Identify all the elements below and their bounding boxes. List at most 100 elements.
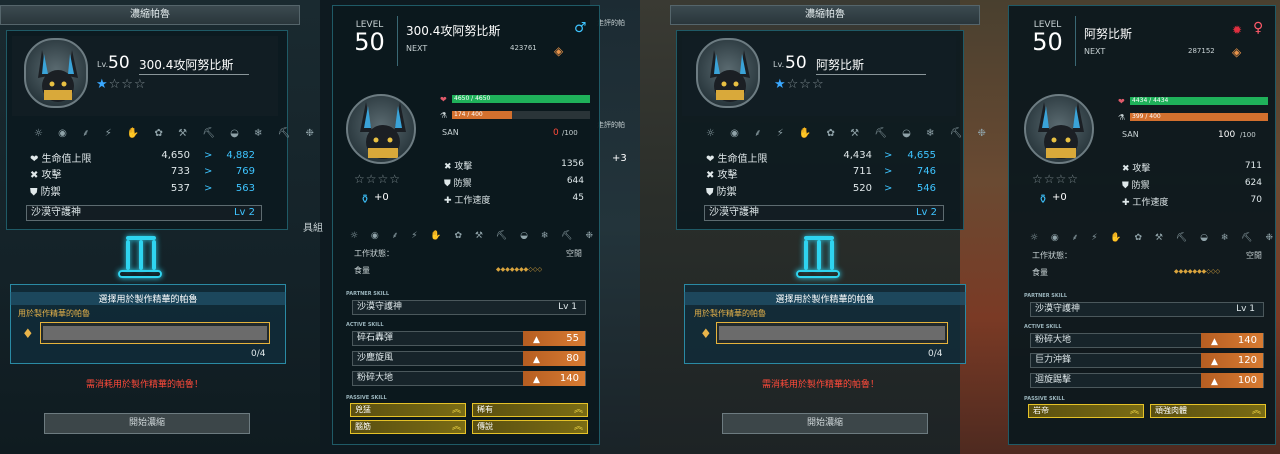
stat-defense: ⛊ 防禦 520 >546 [706,183,936,198]
active-skill-2[interactable]: 巨力沖鋒 ▲ 120 [1030,353,1264,368]
pal-drop-icon: ♦ [22,327,34,342]
passive-skill-1[interactable]: 兇猛 ︽ [350,403,466,417]
work-suitability-icons: ☼ ◉ ⸙ ⚡ ✋ ✿ ⚒ ⛏ ◒ ❄ ⛏ ❉ [34,128,320,139]
work-suitability-icons: ☼ ◉ ⸙ ⚡ ✋ ✿ ⚒ ⛏ ◒ ❄ ⛏ ❉ [1030,233,1279,243]
tier-icon: ✹ [1232,23,1243,37]
food-label: 食量 [354,266,370,275]
active-skill-2[interactable]: 沙塵旋風 ▲ 80 [352,351,586,366]
stat-hp: ❤ 生命值上限 4,650 >4,882 [30,150,255,165]
partner-skill-box: 沙漠守護神 Lv 2 [26,205,262,221]
active-skill-3[interactable]: 粉碎大地 ▲ 140 [352,371,586,386]
condense-rank-icon: ⚱ [360,192,371,206]
level-value: 50 [785,53,807,73]
material-label: 用於製作精華的帕魯 [18,309,90,318]
partner-skill-box: 沙漠守護神 Lv 1 [1030,302,1264,317]
passive-skill-section: PASSIVE SKILL [1024,396,1065,402]
heart-icon: ❤ [440,95,447,104]
rank-stars: ☆☆☆☆ [1032,172,1080,186]
active-skill-1[interactable]: 粉碎大地 ▲ 140 [1030,333,1264,348]
stat-hp: ❤ 生命值上限 4,434 >4,655 [706,150,936,165]
edge-text: 具組 [303,223,323,234]
level-box: LEVEL 50 [342,16,398,66]
passive-skill-3[interactable]: 腦筋 ︽ [350,420,466,434]
partner-skill-box: 沙漠守護神 Lv 2 [704,205,944,221]
element-icon: ◈ [1232,45,1242,59]
rank-stars: ★☆☆☆ [774,77,825,92]
stamina-bar-empty [512,111,590,119]
passive-skill-section: PASSIVE SKILL [346,395,387,401]
edge-text: 走評的帕 [597,121,625,129]
next-label: NEXT [1084,47,1106,56]
san-max: /100 [562,129,578,137]
stat-attack: ✖ 攻擊 733 >769 [30,166,255,181]
next-exp-value: 423761 [510,44,537,52]
pal-name: 300.4攻阿努比斯 [406,24,501,38]
partner-skill-section: PARTNER SKILL [346,291,390,297]
hp-bar: 4650 / 4650 [452,95,590,103]
condense-rank-icon: ⚱ [1038,192,1049,206]
material-count: 0/4 [251,349,266,359]
stat-defense: ⛊ 防禦 644 [444,176,584,189]
material-slot-bar[interactable] [716,322,948,344]
anubis-portrait [346,94,416,164]
level-prefix: Lv. [97,60,109,69]
rank-stars: ★☆☆☆ [96,77,147,92]
male-gender-icon: ♂ [574,20,587,36]
pal-name: 阿努比斯 [816,56,926,75]
screenshot-root: { "colors":{"accent":"#3ec4ff","hp":"#1f… [0,0,1280,454]
level-value: 50 [108,53,130,73]
anubis-portrait [1024,94,1094,164]
anubis-avatar [696,38,760,108]
edge-text: +3 [612,153,627,164]
element-icon: ◈ [554,44,564,58]
anubis-avatar [24,38,88,108]
passive-skill-1[interactable]: 岩帝 ︽ [1028,404,1144,418]
passive-skill-4[interactable]: 傳說 ︽ [472,420,588,434]
stat-work-speed: ✚ 工作速度 70 [1122,195,1262,208]
next-label: NEXT [406,44,428,53]
material-select-title: 選擇用於製作精華的帕魯 [684,292,966,305]
female-gender-icon: ♀ [1253,20,1264,36]
start-condense-button[interactable]: 開始濃縮 [44,413,250,434]
pal-name: 阿努比斯 [1084,27,1133,41]
passive-skill-2[interactable]: 頑強肉體 ︽ [1150,404,1266,418]
active-skill-section: ACTIVE SKILL [346,322,384,328]
material-slot-bar[interactable] [40,322,270,344]
pal-drop-icon: ♦ [700,327,712,342]
warning-text: 需消耗用於製作精華的帕魯！ [86,380,204,390]
start-condense-button[interactable]: 開始濃縮 [722,413,928,434]
partner-skill-level: Lv 2 [915,207,937,218]
material-select-title: 選擇用於製作精華的帕魯 [10,292,286,305]
food-label: 食量 [1032,268,1048,277]
partner-skill-level: Lv 2 [233,207,255,218]
food-gauge: ◆◆◆◆◆◆◆◇◇◇ [1174,268,1221,275]
san-value: 100 [1218,130,1236,140]
san-max: /100 [1240,131,1256,139]
material-count: 0/4 [928,349,943,359]
partner-skill-name: 沙漠守護神 [31,207,81,218]
partner-skill-section: PARTNER SKILL [1024,293,1068,299]
stat-work-speed: ✚ 工作速度 45 [444,193,584,206]
stamina-bar: 399 / 400 [1130,113,1268,121]
edge-text: 走評的帕 [597,19,625,27]
work-status-label: 工作狀態： [354,249,394,258]
san-value: 0 [553,128,559,138]
food-gauge: ◆◆◆◆◆◆◆◇◇◇ [496,266,543,273]
condense-title-bar: 濃縮帕魯 [670,5,980,25]
partner-skill-box: 沙漠守護神 Lv 1 [352,300,586,315]
work-suitability-icons: ☼ ◉ ⸙ ⚡ ✋ ✿ ⚒ ⛏ ◒ ❄ ⛏ ❉ [350,231,599,241]
level-prefix: Lv. [773,60,785,69]
stat-attack: ✖ 攻擊 711 [1122,161,1262,174]
passive-skill-2[interactable]: 稀有 ︽ [472,403,588,417]
next-exp-value: 287152 [1188,47,1215,55]
stat-defense: ⛊ 防禦 624 [1122,178,1262,191]
work-status-value: 空閒 [566,249,582,258]
work-status-value: 空閒 [1246,251,1262,260]
condense-rank: +0 [1052,192,1067,203]
active-skill-3[interactable]: 迴旋踢擊 ▲ 100 [1030,373,1264,388]
stat-attack: ✖ 攻擊 711 >746 [706,166,936,181]
stamina-icon: ⚗ [440,111,448,120]
active-skill-1[interactable]: 碎石轟彈 ▲ 55 [352,331,586,346]
material-label: 用於製作精華的帕魯 [694,309,766,318]
partner-skill-name: 沙漠守護神 [709,207,759,218]
